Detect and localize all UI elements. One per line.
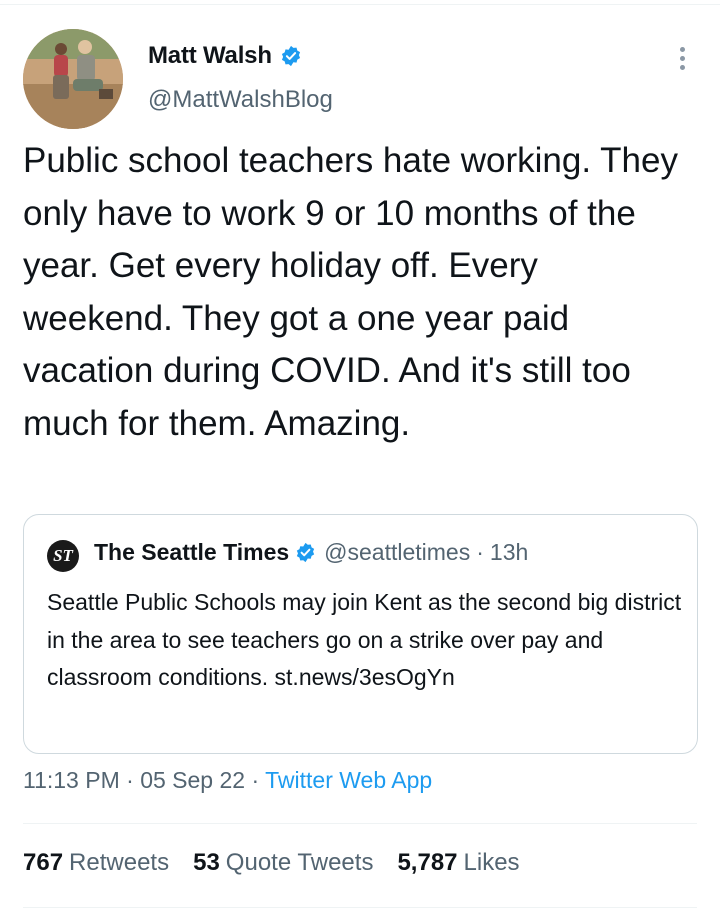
likes-label: Likes — [463, 849, 520, 876]
avatar[interactable] — [23, 29, 123, 129]
quoted-author-name: The Seattle Times — [94, 539, 290, 565]
tweet-date[interactable]: 05 Sep 22 — [140, 767, 245, 793]
seattle-times-logo: ST — [47, 540, 79, 572]
tweet-stats-row: 767 Retweets 53 Quote Tweets 5,787 Likes — [23, 849, 544, 877]
stats-divider-bottom — [23, 907, 697, 908]
quoted-tweet-age: 13h — [489, 539, 529, 565]
quote-tweets-label: Quote Tweets — [225, 849, 374, 876]
stats-divider-top — [23, 823, 697, 824]
tweet-time[interactable]: 11:13 PM — [23, 767, 120, 793]
quoted-tweet-text: Seattle Public Schools may join Kent as … — [47, 589, 682, 690]
tweet-timestamp-row: 11:13 PM · 05 Sep 22 · Twitter Web App — [23, 767, 432, 794]
quoted-tweet-card[interactable]: ST The Seattle Times @seattletimes · 13h… — [23, 514, 698, 754]
quoted-tweet-header: The Seattle Times @seattletimes · 13h — [94, 539, 528, 566]
retweets-label: Retweets — [69, 849, 170, 876]
meta-separator: · — [126, 767, 134, 793]
quoted-separator: · — [476, 539, 484, 565]
likes-stat[interactable]: 5,787 Likes — [397, 849, 519, 877]
likes-count: 5,787 — [397, 849, 458, 876]
author-display-name[interactable]: Matt Walsh — [148, 42, 272, 70]
retweets-count: 767 — [23, 849, 64, 876]
tweet-source-link[interactable]: Twitter Web App — [265, 767, 432, 793]
tweet-detail: Matt Walsh @MattWalshBlog Public school … — [0, 0, 720, 921]
more-options-icon[interactable] — [666, 44, 698, 72]
avatar-photo — [23, 29, 123, 129]
author-name-row[interactable]: Matt Walsh — [148, 42, 302, 70]
top-divider — [0, 4, 720, 5]
verified-badge-icon — [281, 45, 300, 67]
retweets-stat[interactable]: 767 Retweets — [23, 849, 169, 877]
verified-badge-icon — [296, 542, 315, 563]
tweet-text: Public school teachers hate working. The… — [23, 141, 678, 443]
quote-tweets-count: 53 — [193, 849, 220, 876]
meta-separator-2: · — [251, 767, 260, 793]
author-handle[interactable]: @MattWalshBlog — [148, 86, 333, 114]
quote-tweets-stat[interactable]: 53 Quote Tweets — [193, 849, 373, 877]
quoted-author-handle: @seattletimes — [324, 539, 471, 565]
